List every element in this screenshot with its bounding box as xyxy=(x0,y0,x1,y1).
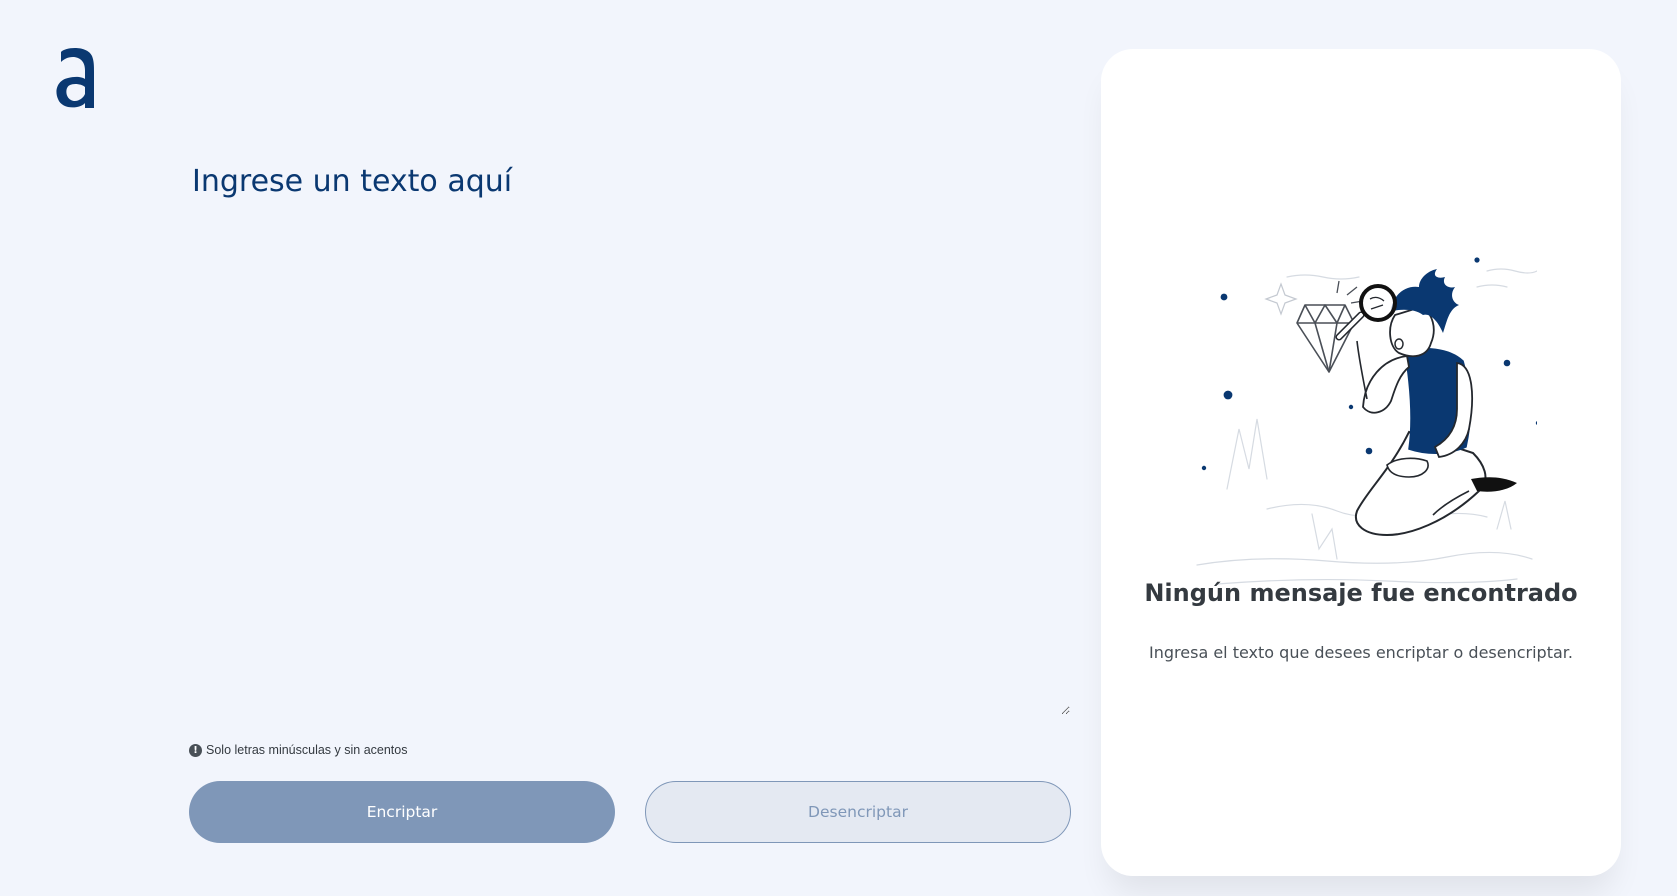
result-panel: Ningún mensaje fue encontrado Ingresa el… xyxy=(1101,49,1621,876)
result-title: Ningún mensaje fue encontrado xyxy=(1144,579,1578,607)
alura-logo xyxy=(56,47,94,108)
encrypt-button[interactable]: Encriptar xyxy=(189,781,615,843)
hint-text: Solo letras minúsculas y sin acentos xyxy=(206,743,408,757)
decrypt-button[interactable]: Desencriptar xyxy=(645,781,1071,843)
text-input[interactable] xyxy=(190,160,1070,715)
person-with-magnifier-illustration xyxy=(1196,257,1537,585)
result-description: Ingresa el texto que desees encriptar o … xyxy=(1149,643,1573,662)
exclamation-circle-icon: ! xyxy=(189,743,202,757)
input-hint: ! Solo letras minúsculas y sin acentos xyxy=(189,743,407,757)
